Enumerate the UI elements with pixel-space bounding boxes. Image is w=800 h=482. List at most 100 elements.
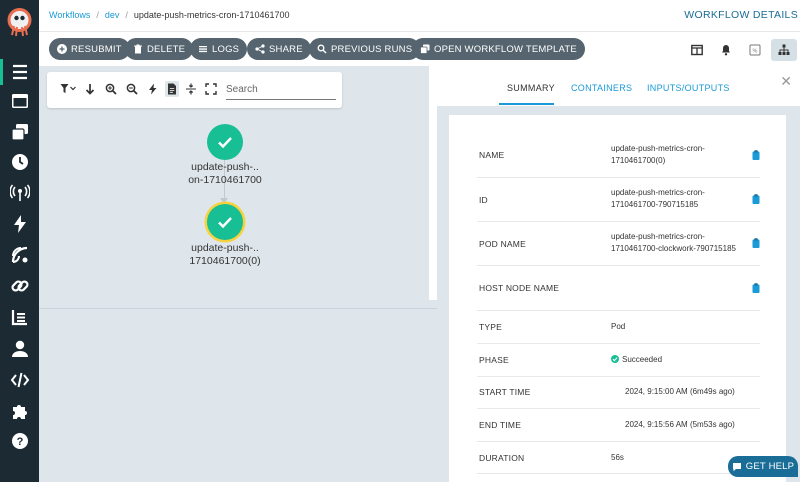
clipboard-icon[interactable] — [752, 238, 760, 248]
workflow-node[interactable] — [207, 124, 243, 160]
detail-value-line: 1710461700(0) — [611, 156, 666, 165]
tab-inputs-outputs[interactable]: INPUTS/OUTPUTS — [647, 83, 730, 93]
nav-plugins-icon[interactable] — [0, 396, 39, 426]
list-icon — [199, 46, 207, 53]
svg-text:?: ? — [16, 436, 23, 448]
nav-workflow-templates-icon[interactable] — [0, 86, 39, 116]
node-label-line: update-push-.. — [191, 161, 259, 173]
file-icon[interactable] — [165, 81, 179, 97]
pod-node[interactable] — [207, 204, 243, 240]
close-icon[interactable]: ✕ — [780, 73, 792, 90]
detail-label: ID — [479, 195, 488, 205]
breadcrumb: Workflows / dev / update-push-metrics-cr… — [49, 10, 289, 20]
nav-cluster-templates-icon[interactable] — [0, 117, 39, 147]
detail-value-line: update-push-metrics-cron- — [611, 188, 705, 197]
detail-value: 2024, 9:15:56 AM (5m53s ago) — [625, 420, 735, 429]
search-icon — [317, 44, 327, 54]
get-help-button[interactable]: GET HELP — [728, 456, 798, 477]
detail-value: 2024, 9:15:00 AM (6m49s ago) — [625, 387, 735, 396]
split-view-icon[interactable] — [684, 39, 710, 61]
detail-row-phase: PHASE Succeeded — [477, 344, 760, 377]
breadcrumb-separator: / — [96, 10, 99, 20]
node-label-line: on-1710461700 — [188, 174, 262, 186]
share-button[interactable]: SHARE — [247, 38, 311, 60]
phase-value: Succeeded — [622, 355, 663, 364]
open-workflow-template-label: OPEN WORKFLOW TEMPLATE — [434, 43, 577, 55]
detail-value-line: update-push-metrics-cron- — [611, 232, 705, 241]
resubmit-button[interactable]: RESUBMIT — [49, 38, 130, 60]
zoom-in-icon[interactable] — [104, 81, 118, 97]
open-workflow-template-button[interactable]: OPEN WORKFLOW TEMPLATE — [412, 38, 585, 60]
detail-value: update-push-metrics-cron- 1710461700-clo… — [611, 231, 736, 255]
nav-reports-icon[interactable] — [0, 302, 39, 332]
detail-row-id: ID update-push-metrics-cron- 1710461700-… — [477, 178, 760, 222]
graph-divider — [39, 308, 437, 309]
pod-node-label[interactable]: update-push-.. 1710461700(0) — [180, 242, 270, 268]
nav-sensors-icon[interactable] — [0, 209, 39, 239]
delete-button[interactable]: DELETE — [125, 38, 194, 60]
nav-help-icon[interactable]: ? — [0, 426, 39, 456]
share-icon — [255, 44, 265, 54]
clipboard-icon[interactable] — [752, 194, 760, 204]
nav-link-icon[interactable] — [0, 271, 39, 301]
nav-api-docs-icon[interactable] — [0, 365, 39, 395]
detail-value: Succeeded — [611, 354, 662, 366]
detail-value-line: update-push-metrics-cron- — [611, 144, 705, 153]
lightning-icon[interactable] — [146, 81, 160, 97]
clipboard-icon[interactable] — [752, 283, 760, 293]
breadcrumb-separator: / — [125, 10, 128, 20]
previous-runs-button[interactable]: PREVIOUS RUNS — [309, 38, 421, 60]
fullscreen-icon[interactable] — [204, 81, 218, 97]
breadcrumb-workflows[interactable]: Workflows — [49, 10, 90, 20]
trash-icon — [134, 44, 142, 54]
tab-summary[interactable]: SUMMARY — [507, 83, 555, 93]
graph-view-icon[interactable] — [771, 39, 797, 61]
detail-row-end-time: END TIME 2024, 9:15:56 AM (5m53s ago) — [477, 409, 760, 442]
nav-user-icon[interactable] — [0, 334, 39, 364]
breadcrumb-workflow: update-push-metrics-cron-1710461700 — [133, 10, 290, 20]
graph-lower-area — [39, 300, 439, 482]
detail-value: 56s — [611, 453, 624, 462]
resubmit-label: RESUBMIT — [71, 43, 122, 55]
check-icon — [218, 217, 232, 229]
argo-logo[interactable] — [5, 5, 34, 38]
graph-panel-edge — [429, 66, 437, 306]
detail-value-line: 1710461700-790715185 — [611, 200, 699, 209]
workflow-node-label[interactable]: update-push-.. on-1710461700 — [180, 161, 270, 187]
logs-label: LOGS — [212, 43, 240, 55]
shortcut-icon[interactable]: % — [742, 39, 768, 61]
chat-icon — [732, 462, 741, 471]
plus-circle-icon — [57, 44, 67, 54]
detail-label: START TIME — [479, 387, 531, 397]
arrow-down-icon[interactable] — [83, 81, 97, 97]
node-label-line: 1710461700(0) — [189, 255, 261, 267]
sidebar: ? — [0, 0, 39, 482]
action-toolbar: RESUBMIT DELETE LOGS SHARE PREVIOUS RUNS… — [39, 32, 800, 66]
collapse-icon[interactable] — [184, 81, 198, 97]
page-title: WORKFLOW DETAILS — [684, 9, 798, 21]
tab-containers[interactable]: CONTAINERS — [571, 83, 632, 93]
zoom-out-icon[interactable] — [125, 81, 139, 97]
detail-label: TYPE — [479, 322, 503, 332]
clipboard-icon[interactable] — [752, 150, 760, 160]
detail-label: POD NAME — [479, 239, 526, 249]
nav-timeline-icon[interactable] — [0, 57, 39, 87]
detail-value: Pod — [611, 322, 626, 331]
bell-icon[interactable] — [713, 39, 739, 61]
detail-value: update-push-metrics-cron- 1710461700(0) — [611, 143, 705, 167]
nav-event-sources-icon[interactable] — [0, 178, 39, 208]
template-icon — [420, 44, 430, 54]
logs-button[interactable]: LOGS — [190, 38, 248, 60]
nav-cron-workflows-icon[interactable] — [0, 147, 39, 177]
detail-label: HOST NODE NAME — [479, 283, 560, 293]
delete-label: DELETE — [147, 43, 186, 55]
nav-event-flow-icon[interactable] — [0, 240, 39, 270]
detail-value-line: 1710461700-clockwork-790715185 — [611, 244, 736, 253]
breadcrumb-namespace[interactable]: dev — [105, 10, 120, 20]
graph-search-input[interactable] — [226, 76, 336, 100]
filter-icon[interactable] — [57, 81, 79, 97]
detail-row-pod-name: POD NAME update-push-metrics-cron- 17104… — [477, 222, 760, 266]
detail-label: DURATION — [479, 453, 525, 463]
detail-row-name: NAME update-push-metrics-cron- 171046170… — [477, 133, 760, 178]
detail-label: END TIME — [479, 420, 522, 430]
